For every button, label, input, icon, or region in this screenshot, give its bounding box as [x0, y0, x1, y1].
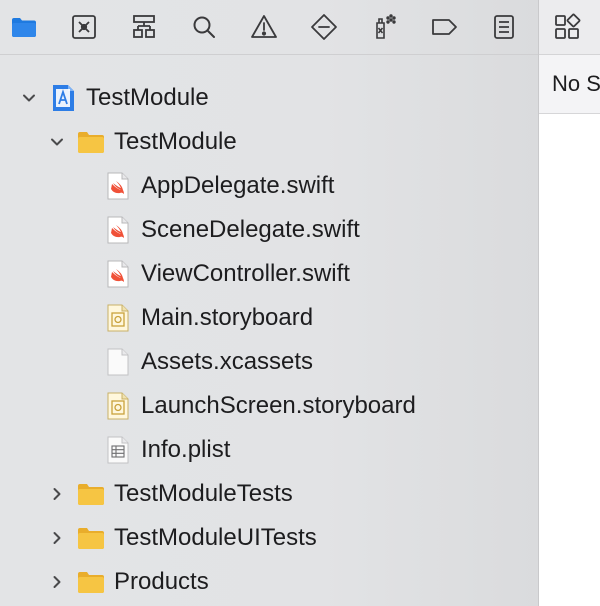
- warning-icon[interactable]: [244, 7, 284, 47]
- tree-item-label: TestModuleTests: [114, 480, 293, 507]
- chevron-right-icon[interactable]: [46, 571, 68, 593]
- tree-item-label: Assets.xcassets: [141, 348, 314, 375]
- asset-catalog-icon: [103, 347, 133, 377]
- tree-item-label: TestModule: [114, 128, 237, 155]
- tree-item-label: LaunchScreen.storyboard: [141, 392, 416, 419]
- swift-file-icon: [103, 215, 133, 245]
- tree-row[interactable]: SceneDelegate.swift: [0, 208, 538, 252]
- report-list-icon[interactable]: [484, 7, 524, 47]
- tree-row[interactable]: TestModuleTests: [0, 472, 538, 516]
- chevron-right-icon[interactable]: [46, 527, 68, 549]
- project-icon: [48, 83, 78, 113]
- tree-row[interactable]: ViewController.swift: [0, 252, 538, 296]
- plist-file-icon: [103, 435, 133, 465]
- chevron-down-icon[interactable]: [46, 131, 68, 153]
- tree-item-label: SceneDelegate.swift: [141, 216, 360, 243]
- tree-row[interactable]: Products: [0, 560, 538, 604]
- folder-icon: [76, 567, 106, 597]
- tree-item-label: ViewController.swift: [141, 260, 350, 287]
- tree-row[interactable]: AppDelegate.swift: [0, 164, 538, 208]
- folder-icon: [76, 127, 106, 157]
- tree-row[interactable]: Main.storyboard: [0, 296, 538, 340]
- search-icon[interactable]: [184, 7, 224, 47]
- folder-icon: [76, 479, 106, 509]
- navigator-toolbar: [0, 0, 538, 55]
- tree-row[interactable]: TestModule: [0, 76, 538, 120]
- tree-item-label: AppDelegate.swift: [141, 172, 335, 199]
- chevron-down-icon[interactable]: [18, 87, 40, 109]
- breakpoint-tag-icon[interactable]: [424, 7, 464, 47]
- project-navigator: TestModule TestModule AppDelegate.swift Sce…: [0, 0, 539, 606]
- no-selection-label: No Selection: [552, 71, 600, 96]
- folder-icon[interactable]: [4, 7, 44, 47]
- library-grid-icon[interactable]: [547, 7, 587, 47]
- test-diamond-icon[interactable]: [304, 7, 344, 47]
- symbol-hierarchy-icon[interactable]: [124, 7, 164, 47]
- tree-row[interactable]: LaunchScreen.storyboard: [0, 384, 538, 428]
- tree-row[interactable]: Info.plist: [0, 428, 538, 472]
- storyboard-file-icon: [103, 303, 133, 333]
- inspector-tab: No Selection: [539, 55, 600, 114]
- tree-item-label: TestModule: [86, 84, 209, 111]
- swift-file-icon: [103, 259, 133, 289]
- tree-item-label: Main.storyboard: [141, 304, 314, 331]
- tree-row[interactable]: Assets.xcassets: [0, 340, 538, 384]
- folder-icon: [76, 523, 106, 553]
- debug-spray-icon[interactable]: [364, 7, 404, 47]
- storyboard-file-icon: [103, 391, 133, 421]
- swift-file-icon: [103, 171, 133, 201]
- tree-item-label: Products: [114, 568, 209, 595]
- source-control-icon[interactable]: [64, 7, 104, 47]
- chevron-right-icon[interactable]: [46, 483, 68, 505]
- tree-row[interactable]: TestModule: [0, 120, 538, 164]
- inspector-panel: No Selection: [539, 0, 600, 606]
- tree-item-label: TestModuleUITests: [114, 524, 317, 551]
- tree-item-label: Info.plist: [141, 436, 231, 463]
- tree-row[interactable]: TestModuleUITests: [0, 516, 538, 560]
- inspector-toolbar: [539, 0, 600, 55]
